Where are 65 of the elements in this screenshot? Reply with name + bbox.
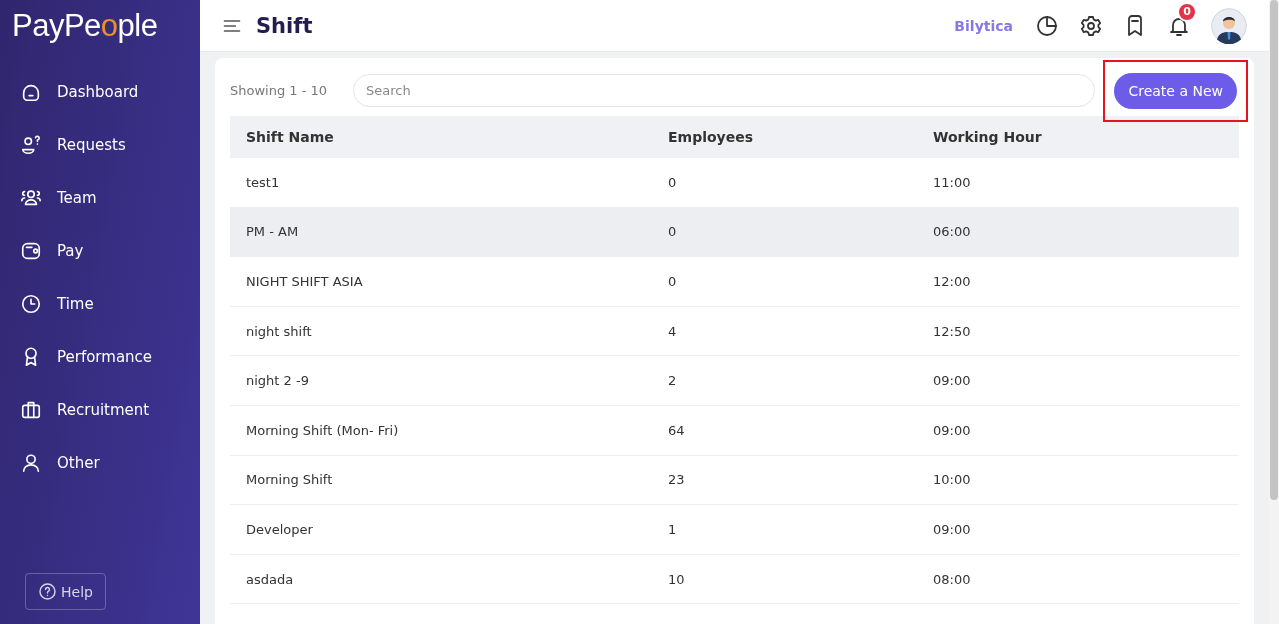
table-cell-text: 09:00 — [933, 422, 972, 438]
table-row[interactable]: test1 0 11:00 — [230, 158, 1239, 208]
table-cell-text: 1 — [668, 521, 678, 537]
sidebar-item[interactable]: Performance — [0, 339, 173, 375]
table-cell-text: NIGHT SHIFT ASIA — [246, 274, 364, 289]
table-row[interactable]: Developer 1 09:00 — [230, 505, 1239, 555]
person-question-icon — [20, 134, 42, 156]
table-row[interactable]: NIGHT SHIFT ASIA 0 12:00 — [230, 257, 1239, 307]
table-cell-text: 0 — [668, 274, 678, 289]
briefcase-icon — [20, 399, 42, 421]
scrollbar[interactable] — [1269, 0, 1279, 624]
wallet-icon — [20, 240, 42, 262]
table-cell-text: 10:00 — [933, 472, 972, 488]
sidebar-item[interactable]: Other — [0, 445, 120, 481]
column-header: Working Hour — [933, 129, 1043, 145]
table-cell-text: Morning Shift — [246, 472, 334, 488]
sidebar-item[interactable]: Dashboard — [0, 74, 159, 110]
search-field[interactable]: Search — [353, 74, 1096, 107]
help-icon — [38, 582, 57, 601]
sidebar-item[interactable]: Time — [0, 286, 114, 322]
person-icon — [20, 452, 42, 474]
table-row[interactable]: asdada 10 08:00 — [230, 554, 1239, 605]
table-row[interactable]: night 2 -9 2 09:00 — [230, 356, 1239, 406]
notification-count: 0 — [1177, 1, 1197, 22]
table-row[interactable]: Morning Shift (Mon- Fri) 64 09:00 — [230, 405, 1239, 456]
table-cell-text: PM - AM — [246, 224, 300, 240]
table-cell-text: asdada — [246, 571, 295, 587]
table-cell-text: Developer — [246, 521, 314, 537]
table-cell-text: 11:00 — [933, 174, 972, 190]
table-cell-text: 10 — [668, 571, 686, 587]
table-cell-text: 23 — [668, 472, 686, 488]
table-cell-text: Morning Shift (Mon- Fri) — [246, 422, 400, 438]
sidebar-item[interactable]: Team — [0, 180, 117, 216]
table-cell-text: 06:00 — [933, 224, 972, 240]
help-button[interactable]: Help — [25, 573, 106, 610]
create-button[interactable]: Create a New — [1114, 72, 1237, 109]
table-row[interactable]: Morning Shift 23 10:00 — [230, 455, 1239, 506]
table-cell-text: 2 — [668, 373, 678, 389]
table-cell-text: 12:50 — [933, 323, 972, 339]
clock-icon — [20, 293, 42, 315]
page-title: Shift — [256, 13, 313, 38]
table-cell-text: 09:00 — [933, 373, 972, 389]
table-row[interactable]: PM - AM 0 06:00 — [230, 207, 1239, 258]
sidebar-item[interactable]: Recruitment — [0, 392, 170, 428]
table-cell-text: test1 — [246, 174, 281, 190]
avatar-icon[interactable] — [1211, 7, 1247, 44]
sidebar-item[interactable]: Pay — [0, 233, 104, 269]
column-header: Employees — [668, 129, 755, 145]
table-cell-text: 4 — [668, 323, 678, 339]
pie-chart-icon[interactable] — [1035, 13, 1059, 38]
table-cell-text: 08:00 — [933, 571, 972, 587]
table-row[interactable]: night shift 4 12:50 — [230, 306, 1239, 357]
company-name: Bilytica — [954, 17, 1013, 34]
showing-count: Showing 1 - 10 — [230, 83, 328, 98]
table-cell-text: 12:00 — [933, 274, 972, 289]
table-cell-text: 64 — [668, 422, 686, 438]
column-header: Shift Name — [246, 129, 335, 145]
table-cell-text: 09:00 — [933, 521, 972, 537]
sidebar-item[interactable]: Requests — [0, 127, 146, 163]
table-cell-text: night shift — [246, 323, 313, 339]
table-cell-text: 0 — [668, 224, 678, 240]
settings-icon[interactable] — [1079, 13, 1103, 38]
logo: PayPeople — [11, 8, 158, 44]
table-cell-text: night 2 -9 — [246, 373, 310, 389]
table-cell-text: 0 — [668, 174, 678, 190]
